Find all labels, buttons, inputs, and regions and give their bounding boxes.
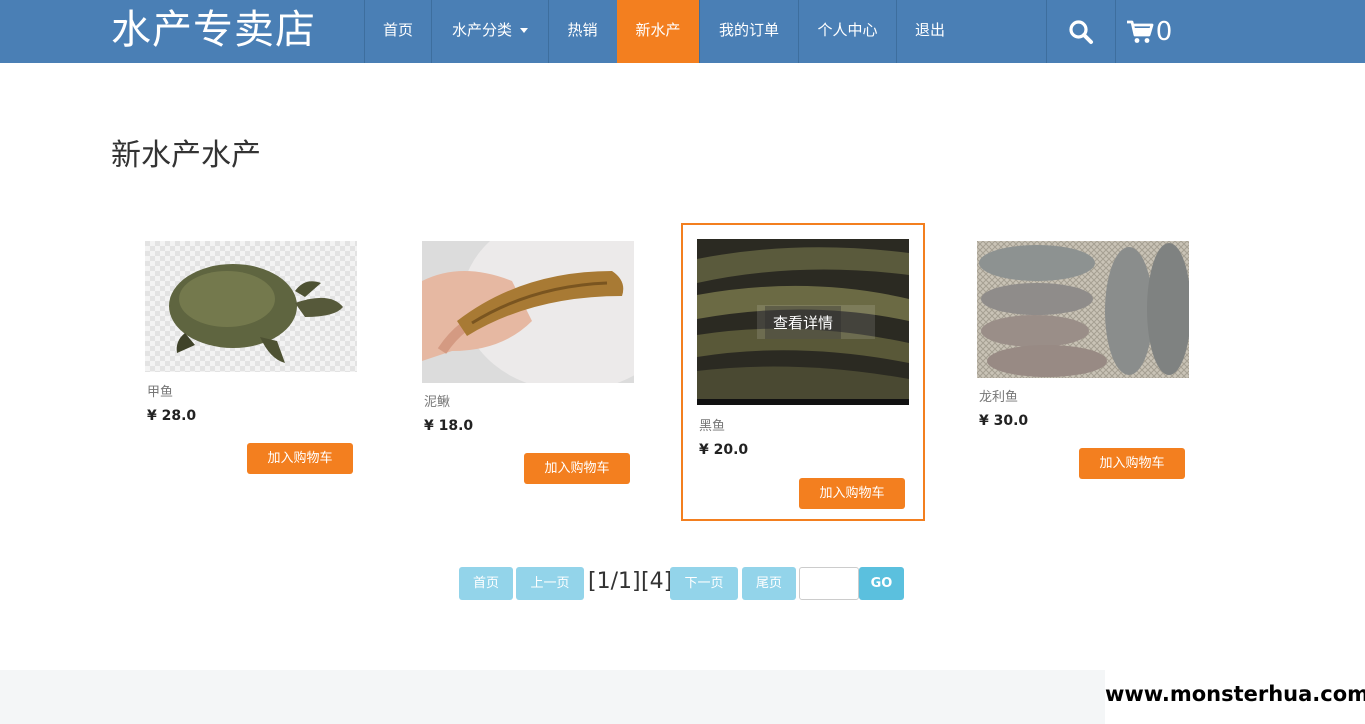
page-title: 新水产水产: [111, 138, 261, 173]
product-image-snakehead[interactable]: 查看详情: [697, 239, 909, 405]
nav-categories-label: 水产分类: [451, 21, 512, 39]
cart-count: 0: [1155, 16, 1173, 47]
nav-categories-dropdown[interactable]: 水产分类: [432, 0, 548, 63]
pager-total-count: [4]: [641, 569, 673, 594]
product-card: 泥鳅 ¥ 18.0 加入购物车: [406, 225, 650, 523]
search-button[interactable]: [1047, 0, 1115, 63]
turtle-image: [145, 241, 357, 372]
watermark-text: www.monsterhua.com: [1105, 670, 1365, 724]
product-card: 甲鱼 ¥ 28.0 加入购物车: [129, 225, 373, 523]
product-name: 龙利鱼: [979, 390, 1019, 405]
nav-logout[interactable]: 退出: [897, 0, 963, 63]
product-image-loach[interactable]: [422, 241, 634, 383]
top-navbar: 水产专卖店 首页 水产分类 热销 新水产 我的订单 个人中心 退出 0: [0, 0, 1365, 63]
nav-home[interactable]: 首页: [365, 0, 431, 63]
nav-profile[interactable]: 个人中心: [799, 0, 896, 63]
product-price: ¥ 20.0: [699, 442, 749, 458]
product-name: 黑鱼: [699, 419, 726, 434]
product-card: 龙利鱼 ¥ 30.0 加入购物车: [961, 225, 1205, 523]
product-price: ¥ 18.0: [424, 418, 474, 434]
caret-down-icon: [520, 28, 528, 33]
nav-hot[interactable]: 热销: [549, 0, 616, 63]
pager-prev-button[interactable]: 上一页: [516, 567, 584, 600]
product-image-sole-fish[interactable]: [977, 241, 1189, 378]
add-to-cart-button[interactable]: 加入购物车: [247, 443, 353, 474]
shopping-cart-icon: [1126, 20, 1154, 43]
site-brand[interactable]: 水产专卖店: [111, 4, 316, 56]
loach-image: [422, 241, 634, 383]
pager-last-button[interactable]: 尾页: [742, 567, 796, 600]
pager-first-button[interactable]: 首页: [459, 567, 513, 600]
add-to-cart-button[interactable]: 加入购物车: [799, 478, 905, 509]
go-button[interactable]: GO: [859, 567, 904, 600]
add-to-cart-button[interactable]: 加入购物车: [524, 453, 630, 484]
product-price: ¥ 28.0: [147, 408, 197, 424]
product-name: 甲鱼: [147, 385, 174, 400]
search-icon: [1069, 19, 1093, 44]
nav-orders[interactable]: 我的订单: [700, 0, 798, 63]
sole-fish-image: [977, 241, 1189, 378]
product-price: ¥ 30.0: [979, 413, 1029, 429]
page-footer: [0, 670, 1105, 724]
view-details-label: 查看详情: [764, 305, 841, 339]
nav-new-active[interactable]: 新水产: [617, 0, 699, 63]
product-image-softshell-turtle[interactable]: [145, 241, 357, 372]
pager-page-info: [1/1]: [588, 569, 641, 594]
view-details-overlay[interactable]: 查看详情: [697, 239, 909, 405]
page-number-input[interactable]: [799, 567, 859, 600]
product-card: 查看详情 黑鱼 ¥ 20.0 加入购物车: [681, 223, 925, 521]
product-name: 泥鳅: [424, 395, 451, 410]
add-to-cart-button[interactable]: 加入购物车: [1079, 448, 1185, 479]
pager-next-button[interactable]: 下一页: [670, 567, 738, 600]
cart-button[interactable]: 0: [1116, 0, 1182, 63]
